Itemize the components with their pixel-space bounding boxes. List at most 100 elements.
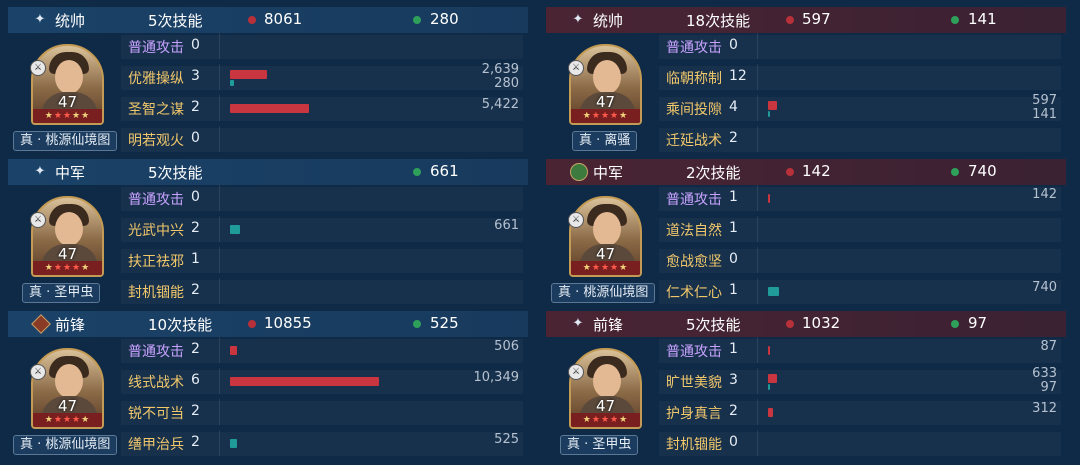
heal-dot-icon xyxy=(413,320,421,328)
skill-name: 封机锢能 xyxy=(128,285,184,301)
equipment-tag[interactable]: 真 · 桃源仙境图 xyxy=(551,283,656,303)
star-icon: ★ xyxy=(582,415,592,425)
skill-row: 乘间投隙 4 597 141 xyxy=(659,93,1061,122)
portrait-face xyxy=(55,60,83,94)
skill-trigger-count: 2 xyxy=(191,99,200,115)
hero-type-icon: ⚔ xyxy=(30,364,46,380)
equipment-tag[interactable]: 真 · 圣甲虫 xyxy=(22,283,101,303)
skill-count: 18次技能 xyxy=(686,12,751,30)
row-divider xyxy=(757,185,758,211)
total-damage: 142 xyxy=(802,162,831,180)
skill-name: 封机锢能 xyxy=(666,437,722,453)
star-icon: ★ xyxy=(591,415,601,425)
skill-row: 扶正祛邪 1 xyxy=(121,247,523,273)
role-label: 前锋 xyxy=(593,316,624,334)
star-rating: ★★★★★ xyxy=(33,109,102,123)
unit-header: ✦ 中军 5次技能 661 xyxy=(8,159,528,185)
hero-portrait[interactable]: 47 ★★★★★ xyxy=(31,348,104,429)
star-icon: ★ xyxy=(600,111,611,121)
star-icon: ★ xyxy=(610,415,620,425)
portrait-face xyxy=(593,364,621,398)
skill-trigger-count: 2 xyxy=(191,434,200,450)
equipment-tag[interactable]: 真 · 离骚 xyxy=(572,131,638,151)
skill-count: 2次技能 xyxy=(686,164,741,182)
skill-name: 仁术仁心 xyxy=(666,285,722,301)
star-icon: ★ xyxy=(72,415,82,425)
skill-name: 锐不可当 xyxy=(128,406,184,422)
hero-portrait[interactable]: 47 ★★★★★ xyxy=(31,196,104,277)
total-heal: 97 xyxy=(968,314,988,332)
equipment-tag[interactable]: 真 · 桃源仙境图 xyxy=(13,131,118,151)
hero-type-icon: ⚔ xyxy=(568,212,584,228)
star-icon: ★ xyxy=(591,263,601,273)
damage-value: 142 xyxy=(1032,187,1057,202)
row-divider xyxy=(757,247,758,273)
skill-row: 光武中兴 2 661 xyxy=(121,216,523,242)
unit-header: 前锋 10次技能 10855 525 xyxy=(8,311,528,337)
skill-name: 旷世美貌 xyxy=(666,375,722,391)
skill-trigger-count: 0 xyxy=(191,37,200,53)
star-icon: ★ xyxy=(81,111,91,121)
hero-type-icon: ⚔ xyxy=(30,212,46,228)
skill-trigger-count: 1 xyxy=(729,189,738,205)
skill-row: 普通攻击 2 506 xyxy=(121,337,523,363)
star-icon: ★ xyxy=(582,111,592,121)
total-heal: 740 xyxy=(968,162,997,180)
unit-panel-4: 中军 2次技能 142 740 47 ★★★★★ ⚔ 真 · 桃源仙境图 普通攻击 1 142 道法自… xyxy=(546,159,1066,312)
skill-row: 缮甲治兵 2 525 xyxy=(121,430,523,456)
skill-trigger-count: 0 xyxy=(729,434,738,450)
skill-trigger-count: 1 xyxy=(729,282,738,298)
skill-name: 优雅操纵 xyxy=(128,71,184,87)
hero-portrait[interactable]: 47 ★★★★★ xyxy=(31,44,104,125)
unit-panel-3: ✦ 统帅 18次技能 597 141 47 ★★★★★ ⚔ 真 · 离骚 普通攻击 0 临朝称制 12 乘… xyxy=(546,7,1066,160)
total-heal: 141 xyxy=(968,10,997,28)
unit-header: ✦ 统帅 5次技能 8061 280 xyxy=(8,7,528,33)
total-heal: 525 xyxy=(430,314,459,332)
damage-dot-icon xyxy=(786,168,794,176)
skill-count: 5次技能 xyxy=(148,12,203,30)
damage-bar xyxy=(230,70,268,79)
row-divider xyxy=(757,368,758,394)
star-icon: ★ xyxy=(53,415,63,425)
row-divider xyxy=(219,126,220,152)
star-icon: ★ xyxy=(62,111,73,121)
damage-value: 10,349 xyxy=(473,370,520,385)
sparkle-icon: ✦ xyxy=(572,12,584,27)
skill-name: 乘间投隙 xyxy=(666,102,722,118)
row-divider xyxy=(219,64,220,90)
hero-portrait[interactable]: 47 ★★★★★ xyxy=(569,196,642,277)
row-divider xyxy=(757,216,758,242)
equipment-tag[interactable]: 真 · 圣甲虫 xyxy=(560,435,639,455)
hero-portrait[interactable]: 47 ★★★★★ xyxy=(569,348,642,429)
skill-row: 普通攻击 1 87 xyxy=(659,337,1061,363)
unit-panel-2: 前锋 10次技能 10855 525 47 ★★★★★ ⚔ 真 · 桃源仙境图 普通攻击 2 506… xyxy=(8,311,528,464)
portrait-face xyxy=(593,60,621,94)
row-divider xyxy=(757,399,758,425)
unit-header: ✦ 前锋 5次技能 1032 97 xyxy=(546,311,1066,337)
star-icon: ★ xyxy=(72,111,82,121)
total-heal: 280 xyxy=(430,10,459,28)
skill-trigger-count: 0 xyxy=(729,251,738,267)
role-label: 中军 xyxy=(55,164,86,182)
star-icon: ★ xyxy=(619,111,629,121)
star-icon: ★ xyxy=(44,263,54,273)
role-label: 统帅 xyxy=(593,12,624,30)
skill-row: 旷世美貌 3 633 97 xyxy=(659,366,1061,395)
skill-row: 护身真言 2 312 xyxy=(659,399,1061,425)
star-icon: ★ xyxy=(53,111,63,121)
skill-trigger-count: 1 xyxy=(729,341,738,357)
row-divider xyxy=(757,278,758,304)
skill-name: 光武中兴 xyxy=(128,223,184,239)
total-damage: 597 xyxy=(802,10,831,28)
equipment-tag[interactable]: 真 · 桃源仙境图 xyxy=(13,435,118,455)
heal-dot-icon xyxy=(413,168,421,176)
damage-bar xyxy=(768,346,770,355)
star-rating: ★★★★★ xyxy=(571,413,640,427)
row-divider xyxy=(757,33,758,59)
skill-trigger-count: 0 xyxy=(191,189,200,205)
damage-bar xyxy=(768,374,778,383)
hero-portrait[interactable]: 47 ★★★★★ xyxy=(569,44,642,125)
skill-trigger-count: 6 xyxy=(191,372,200,388)
row-divider xyxy=(219,368,220,394)
star-icon: ★ xyxy=(591,111,601,121)
